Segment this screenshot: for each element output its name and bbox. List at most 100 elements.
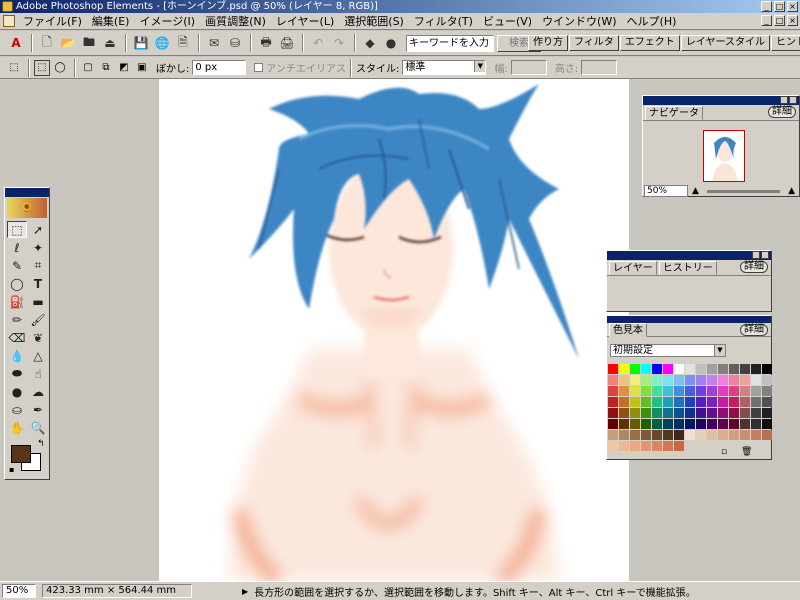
close-button[interactable]: ×	[787, 1, 798, 12]
subtract-selection-icon[interactable]: ◩	[116, 60, 132, 76]
palette-tab-layer-styles[interactable]: レイヤースタイル	[680, 35, 771, 51]
palette-tab-effects[interactable]: エフェクト	[619, 35, 680, 51]
color-swatch[interactable]	[729, 419, 739, 429]
sharpen-tool-icon[interactable]: △	[28, 347, 48, 364]
color-swatch[interactable]	[641, 386, 651, 396]
color-swatch[interactable]	[685, 408, 695, 418]
menu-edit[interactable]: 編集(E)	[87, 13, 135, 29]
color-swatch[interactable]	[641, 408, 651, 418]
panel-close-button[interactable]	[761, 251, 769, 259]
color-swatch[interactable]	[641, 375, 651, 385]
doc-close-button[interactable]: ×	[787, 15, 798, 26]
panel-close-button[interactable]	[789, 96, 797, 104]
color-swatch[interactable]	[685, 397, 695, 407]
color-swatch[interactable]	[630, 375, 640, 385]
color-swatch[interactable]	[685, 386, 695, 396]
color-swatch[interactable]	[652, 386, 662, 396]
color-swatch[interactable]	[630, 408, 640, 418]
menu-enhance[interactable]: 画質調整(N)	[200, 13, 271, 29]
color-swatch[interactable]	[751, 386, 761, 396]
doc-maximize-button[interactable]: □	[774, 15, 785, 26]
move-tool-icon[interactable]: ➚	[28, 221, 48, 238]
tab-history[interactable]: ヒストリー	[658, 260, 717, 275]
color-swatch[interactable]	[663, 408, 673, 418]
swatches-more-button[interactable]: 詳細	[740, 324, 768, 336]
color-swatch[interactable]	[674, 419, 684, 429]
color-swatch[interactable]	[718, 408, 728, 418]
swap-colors-icon[interactable]: ↰	[37, 439, 45, 449]
color-swatch[interactable]	[619, 364, 629, 374]
dodge-tool-icon[interactable]: ●	[7, 383, 27, 400]
color-swatch[interactable]	[674, 408, 684, 418]
color-swatch[interactable]	[652, 408, 662, 418]
color-swatch[interactable]	[707, 397, 717, 407]
new-swatch-icon[interactable]: ▫	[721, 447, 727, 457]
antialias-checkbox[interactable]	[254, 63, 264, 72]
selection-brush-tool-icon[interactable]: ✎	[7, 257, 27, 274]
zoom-slider[interactable]	[706, 189, 781, 193]
color-swatch[interactable]	[696, 397, 706, 407]
tool-preset-icon[interactable]: ⬚	[6, 60, 22, 76]
new-selection-icon[interactable]: ▢	[80, 60, 96, 76]
color-swatch[interactable]	[619, 375, 629, 385]
color-swatch[interactable]	[630, 364, 640, 374]
palette-tab-filters[interactable]: フィルタ	[569, 35, 619, 51]
color-swatch[interactable]	[696, 364, 706, 374]
doc-minimize-button[interactable]: _	[761, 15, 772, 26]
paint-bucket-tool-icon[interactable]: ⛽	[7, 293, 27, 310]
type-tool-icon[interactable]: T	[28, 275, 48, 292]
color-swatch[interactable]	[696, 419, 706, 429]
online-service-icon[interactable]: ⛁	[225, 33, 245, 53]
document-canvas[interactable]	[159, 79, 629, 581]
color-swatch[interactable]	[751, 419, 761, 429]
height-input[interactable]	[581, 60, 618, 75]
attach-email-icon[interactable]: ✉	[204, 33, 224, 53]
color-swatch[interactable]	[762, 364, 772, 374]
width-input[interactable]	[510, 60, 547, 75]
browse-icon[interactable]: 🖿	[79, 33, 99, 53]
color-swatch[interactable]	[663, 397, 673, 407]
color-swatch[interactable]	[641, 430, 651, 440]
color-swatch[interactable]	[729, 375, 739, 385]
elements-logo-icon[interactable]: 🌻	[7, 198, 47, 218]
pdf-icon[interactable]: 🗎	[173, 33, 193, 53]
color-swatch[interactable]	[740, 419, 750, 429]
color-swatch[interactable]	[707, 375, 717, 385]
color-swatch[interactable]	[630, 397, 640, 407]
color-swatch[interactable]	[762, 375, 772, 385]
color-swatch[interactable]	[608, 419, 618, 429]
layers-more-button[interactable]: 詳細	[740, 261, 768, 273]
color-swatch[interactable]	[718, 386, 728, 396]
color-swatch[interactable]	[685, 364, 695, 374]
tab-navigator[interactable]: ナビゲータ	[645, 105, 703, 120]
panel-minimize-button[interactable]	[752, 251, 760, 259]
color-swatch[interactable]	[619, 397, 629, 407]
minimize-button[interactable]: _	[761, 1, 772, 12]
color-swatch[interactable]	[674, 386, 684, 396]
color-swatch[interactable]	[762, 397, 772, 407]
document-icon[interactable]	[3, 15, 15, 27]
navigator-title-bar[interactable]	[643, 96, 799, 105]
navigator-more-button[interactable]: 詳細	[768, 106, 796, 118]
menu-file[interactable]: ファイル(F)	[18, 13, 87, 29]
color-swatch[interactable]	[718, 397, 728, 407]
ellipse-marquee-option-icon[interactable]: ◯	[52, 60, 68, 76]
menu-layer[interactable]: レイヤー(L)	[271, 13, 339, 29]
color-swatch[interactable]	[707, 408, 717, 418]
color-swatch[interactable]	[663, 375, 673, 385]
color-swatch[interactable]	[608, 408, 618, 418]
color-swatch[interactable]	[663, 386, 673, 396]
color-swatch[interactable]	[751, 375, 761, 385]
color-swatch[interactable]	[674, 364, 684, 374]
color-swatch[interactable]	[740, 375, 750, 385]
zoom-out-icon[interactable]: ▲	[692, 186, 699, 196]
zoom-tool-icon[interactable]: 🔍	[28, 419, 48, 436]
color-swatch[interactable]	[751, 364, 761, 374]
panel-minimize-button[interactable]	[780, 96, 788, 104]
zoom-level-input[interactable]: 50%	[2, 584, 36, 598]
print-preview-icon[interactable]: 🖨	[277, 33, 297, 53]
zoom-in-icon[interactable]: ▲	[788, 186, 795, 196]
foreground-color-swatch[interactable]	[11, 445, 31, 463]
quick-fix-icon[interactable]: ●	[381, 33, 401, 53]
eyedropper-tool-icon[interactable]: ✒	[28, 401, 48, 418]
